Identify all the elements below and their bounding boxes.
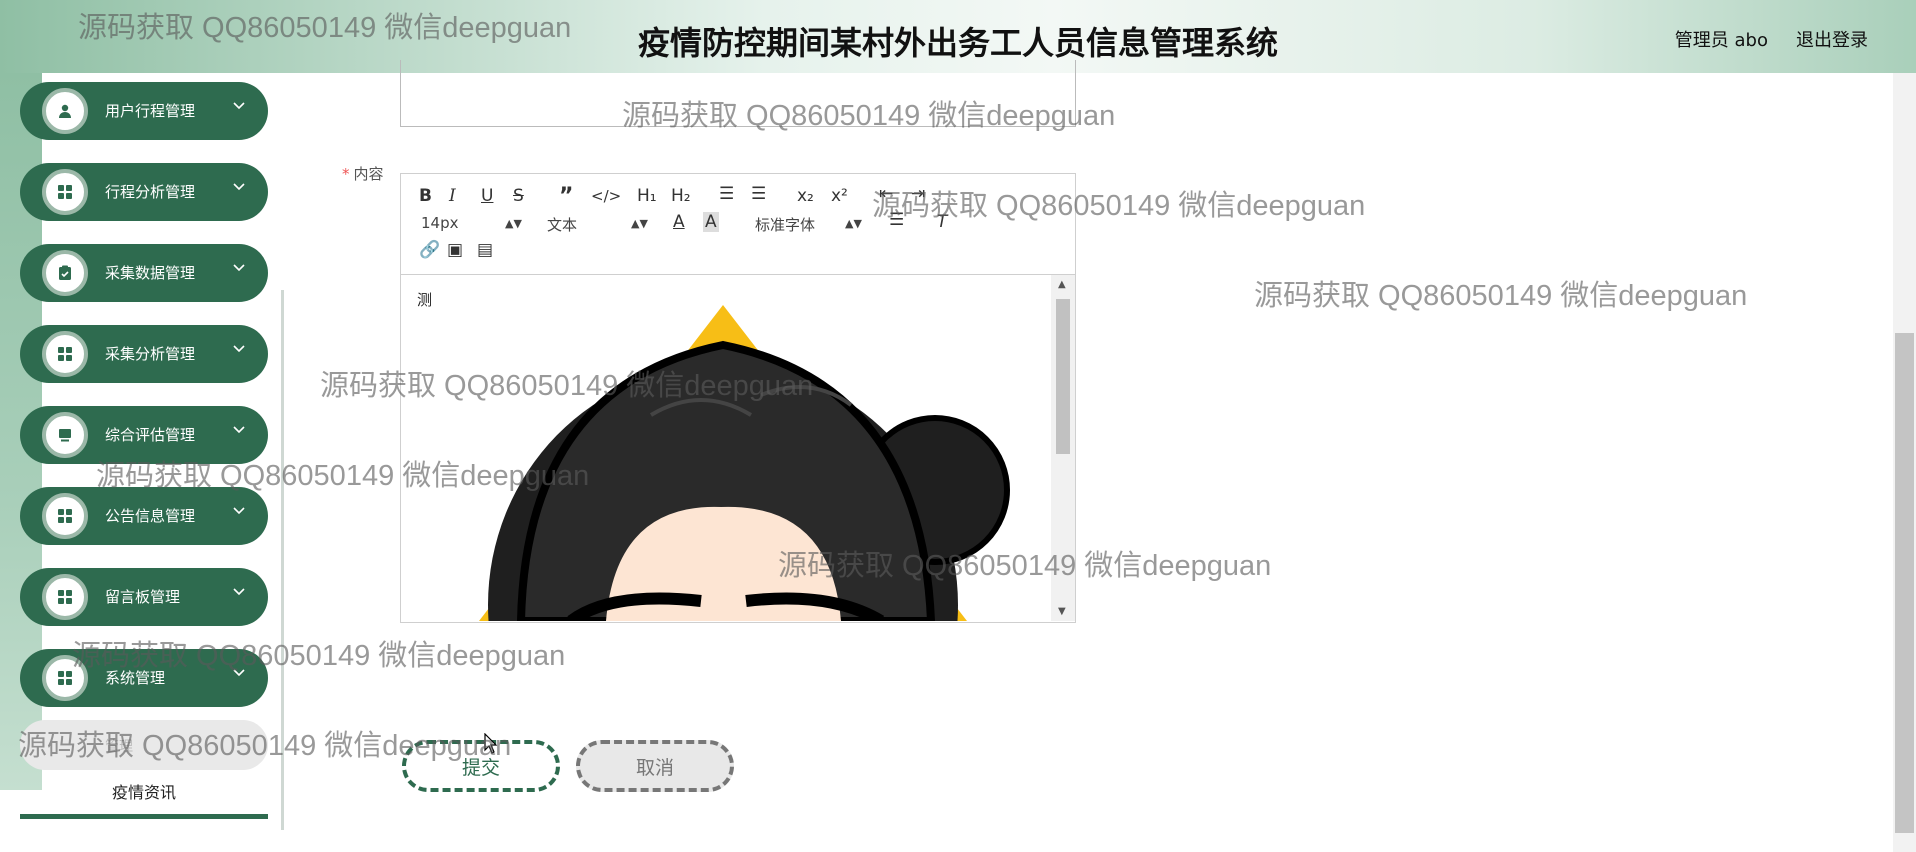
sidebar-item-trip-analysis[interactable]: 行程分析管理 — [20, 163, 268, 221]
font-size-select[interactable]: 14px — [421, 214, 459, 232]
select-arrows-icon: ▲▼ — [845, 217, 862, 230]
tab-news[interactable]: 疫情资讯 — [20, 772, 268, 819]
chevron-down-icon — [233, 588, 245, 596]
sidebar-item-label: 综合评估管理 — [105, 426, 196, 444]
clipboard-icon — [42, 250, 88, 296]
ordered-list-icon[interactable]: ☰ — [719, 184, 734, 204]
sidebar-item-label: 用户行程管理 — [105, 102, 196, 120]
grid-icon — [42, 574, 88, 620]
grid-icon — [42, 169, 88, 215]
user-icon — [42, 88, 88, 134]
quote-icon[interactable]: ” — [559, 184, 573, 209]
sidebar-item-evaluation[interactable]: 综合评估管理 — [20, 406, 268, 464]
select-arrows-icon: ▲▼ — [631, 217, 648, 230]
watermark: 源码获取 QQ86050149 微信deepguan — [1254, 280, 1748, 312]
editor-toolbar: B I U S ” </> H₁ H₂ ☰ ☰ x₂ x² ⇤ ⇥ 14px ▲… — [401, 174, 1075, 275]
sidebar-divider — [281, 290, 284, 830]
sidebar-item-label: 采集分析管理 — [105, 345, 196, 363]
required-mark: * — [342, 165, 350, 183]
avatar-illustration — [479, 305, 1010, 621]
sidebar-item-label: 行程分析管理 — [105, 183, 196, 201]
chevron-down-icon — [233, 345, 245, 353]
underline-icon[interactable]: U — [481, 186, 493, 206]
cancel-button[interactable]: 取消 — [576, 740, 734, 792]
grid-icon — [42, 331, 88, 377]
sidebar-item-collect-data[interactable]: 采集数据管理 — [20, 244, 268, 302]
outdent-icon[interactable]: ⇤ — [879, 184, 893, 204]
sidebar-item-label: 留言板管理 — [105, 588, 181, 606]
scroll-down-icon[interactable]: ▼ — [1058, 606, 1066, 617]
heading2-icon[interactable]: H₂ — [671, 186, 691, 206]
indent-icon[interactable]: ⇥ — [911, 184, 925, 204]
mouse-cursor-icon — [484, 733, 498, 754]
bullet-list-icon[interactable]: ☰ — [751, 184, 766, 204]
sidebar-item-collect-analysis[interactable]: 采集分析管理 — [20, 325, 268, 383]
select-arrows-icon: ▲▼ — [505, 217, 522, 230]
submit-button[interactable]: 提交 — [402, 740, 560, 792]
sidebar-item-user-trip[interactable]: 用户行程管理 — [20, 82, 268, 140]
monitor-icon — [42, 412, 88, 458]
current-user: 管理员 abo — [1674, 30, 1768, 51]
chevron-down-icon — [233, 264, 245, 272]
link-icon[interactable]: 🔗 — [419, 240, 440, 260]
content-label-text: 内容 — [353, 165, 384, 183]
sidebar-item-system[interactable]: 系统管理 — [20, 649, 268, 707]
font-color-icon[interactable]: A — [673, 212, 685, 232]
italic-icon[interactable]: I — [449, 186, 456, 206]
grid-icon — [42, 493, 88, 539]
subscript-icon[interactable]: x₂ — [797, 186, 814, 206]
chevron-down-icon — [233, 102, 245, 110]
chevron-down-icon — [233, 507, 245, 515]
chevron-down-icon — [233, 426, 245, 434]
align-icon[interactable]: ☰ — [889, 210, 904, 230]
content-label: * 内容 — [342, 163, 384, 184]
sidebar-item-label: 采集数据管理 — [105, 264, 196, 282]
editor-content[interactable]: 测 — [401, 275, 1049, 621]
paragraph-select[interactable]: 文本 — [547, 214, 577, 235]
chevron-down-icon — [233, 669, 245, 677]
rich-text-editor: B I U S ” </> H₁ H₂ ☰ ☰ x₂ x² ⇤ ⇥ 14px ▲… — [400, 173, 1076, 623]
code-icon[interactable]: </> — [591, 187, 621, 205]
grid-icon — [42, 655, 88, 701]
sidebar-item-label: 公告信息管理 — [105, 507, 196, 525]
sidebar-item-message-board[interactable]: 留言板管理 — [20, 568, 268, 626]
sidebar-item-notice[interactable]: 公告信息管理 — [20, 487, 268, 545]
previous-editor-bottom[interactable] — [400, 60, 1076, 127]
bold-icon[interactable]: B — [419, 186, 432, 206]
video-icon[interactable]: ▤ — [477, 240, 493, 260]
heading1-icon[interactable]: H₁ — [637, 186, 657, 206]
strikethrough-icon[interactable]: S — [513, 186, 524, 206]
scrollbar-thumb[interactable] — [1895, 333, 1914, 833]
scrollbar-thumb[interactable] — [1056, 299, 1070, 454]
sidebar-item-label: 系统管理 — [105, 669, 166, 687]
scroll-up-icon[interactable]: ▲ — [1058, 279, 1066, 290]
logout-link[interactable]: 退出登录 — [1796, 26, 1868, 52]
image-icon[interactable]: ▣ — [447, 240, 463, 260]
page-title: 疫情防控期间某村外出务工人员信息管理系统 — [637, 24, 1278, 62]
font-family-select[interactable]: 标准字体 — [755, 214, 815, 235]
superscript-icon[interactable]: x² — [831, 186, 848, 206]
sidebar: 用户行程管理 行程分析管理 采集数据管理 采集分析管理 综合评估管理 公告信息管 — [20, 82, 268, 770]
clear-format-icon[interactable]: T — [937, 212, 947, 232]
chevron-down-icon — [233, 183, 245, 191]
sidebar-item-label: 管理 — [105, 739, 133, 755]
editor-scrollbar[interactable]: ▲ ▼ — [1051, 275, 1075, 621]
background-color-icon[interactable]: A — [703, 212, 719, 232]
sidebar-item-hidden[interactable]: 管理 — [20, 720, 268, 770]
page-scrollbar[interactable] — [1893, 73, 1916, 852]
